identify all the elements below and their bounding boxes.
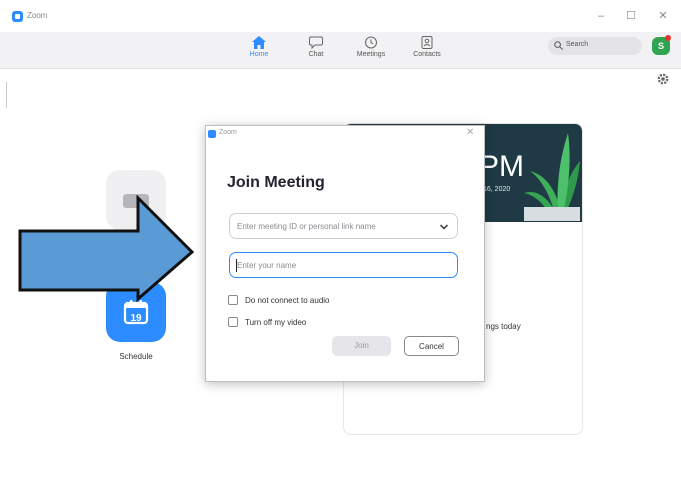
- tab-home-label: Home: [249, 51, 269, 58]
- dialog-close-button[interactable]: ✕: [466, 127, 474, 138]
- tab-chat-label: Chat: [308, 51, 324, 58]
- title-bar: [0, 0, 681, 32]
- meeting-id-placeholder: Enter meeting ID or personal link name: [237, 222, 376, 231]
- zoom-logo-icon: [12, 11, 23, 22]
- chevron-down-icon[interactable]: [440, 224, 448, 230]
- video-off-checkbox[interactable]: [228, 317, 238, 327]
- clock-icon: [365, 36, 377, 49]
- schedule-label: Schedule: [119, 352, 153, 361]
- close-button[interactable]: ✕: [656, 9, 670, 23]
- no-meetings-text: ngs today: [486, 322, 521, 331]
- calendar-time: PM: [479, 150, 524, 183]
- window-title: Zoom: [27, 11, 48, 20]
- chat-icon: [309, 36, 323, 49]
- search-icon: [554, 41, 563, 50]
- pointer-arrow-icon: [18, 195, 195, 303]
- dialog-app-title: Zoom: [219, 129, 237, 136]
- no-audio-checkbox[interactable]: [228, 295, 238, 305]
- home-icon: [252, 36, 266, 49]
- join-button[interactable]: Join: [332, 336, 391, 356]
- gear-icon[interactable]: [656, 72, 670, 86]
- tab-contacts[interactable]: Contacts: [397, 35, 457, 65]
- plant-illustration-icon: [524, 133, 580, 221]
- minimize-button[interactable]: –: [594, 9, 608, 23]
- video-off-label: Turn off my video: [245, 318, 307, 327]
- tab-contacts-label: Contacts: [413, 51, 441, 58]
- tab-meetings-label: Meetings: [356, 51, 386, 58]
- calendar-day: 19: [130, 313, 142, 324]
- notification-dot: [665, 35, 671, 41]
- dialog-zoom-logo-icon: [208, 130, 216, 138]
- contacts-icon: [421, 36, 433, 49]
- search-input[interactable]: Search: [548, 37, 642, 55]
- no-audio-label: Do not connect to audio: [245, 296, 330, 305]
- your-name-placeholder: Enter your name: [237, 261, 297, 270]
- meeting-id-input[interactable]: Enter meeting ID or personal link name: [229, 213, 458, 239]
- tab-home[interactable]: Home: [229, 35, 289, 65]
- tab-chat[interactable]: Chat: [286, 35, 346, 65]
- tab-meetings[interactable]: Meetings: [341, 35, 401, 65]
- left-edge-divider: [6, 82, 7, 108]
- search-placeholder: Search: [566, 41, 589, 48]
- calendar-date: 16, 2020: [483, 186, 511, 193]
- your-name-input[interactable]: Enter your name: [229, 252, 458, 278]
- cancel-button[interactable]: Cancel: [404, 336, 459, 356]
- dialog-title: Join Meeting: [227, 174, 325, 191]
- maximize-button[interactable]: ☐: [624, 9, 638, 23]
